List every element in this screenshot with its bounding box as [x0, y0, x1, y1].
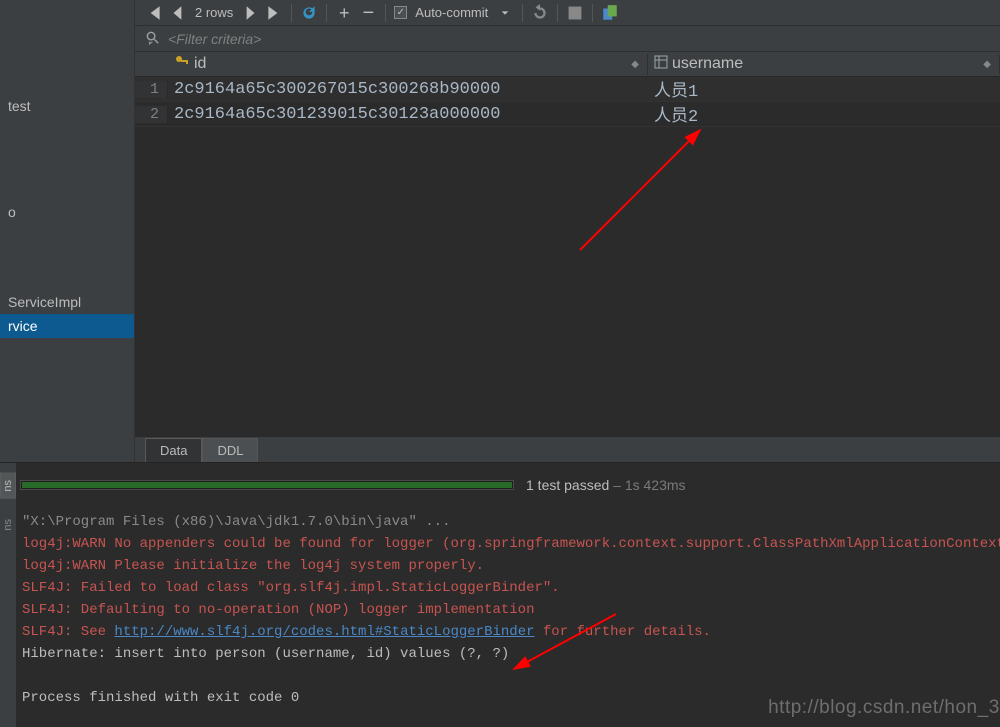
filter-icon [145, 30, 160, 48]
stop-icon[interactable] [566, 4, 584, 22]
col-username-label: username [672, 55, 743, 73]
next-page-icon[interactable] [241, 4, 259, 22]
cell-id[interactable]: 2c9164a65c301239015c30123a000000 [168, 105, 648, 124]
table-row[interactable]: 2 2c9164a65c301239015c30123a000000 人员2 [135, 102, 1000, 127]
sort-indicator-icon[interactable]: ◆ [983, 59, 991, 70]
table-row[interactable]: 1 2c9164a65c300267015c300268b90000 人员1 [135, 77, 1000, 102]
annotation-arrow-icon [570, 120, 710, 260]
cell-username[interactable]: 人员2 [648, 101, 1000, 127]
vertical-tab[interactable]: ns [1, 513, 15, 537]
console-output[interactable]: "X:\Program Files (x86)\Java\jdk1.7.0\bi… [16, 507, 1000, 709]
column-header-id[interactable]: id ◆ [168, 54, 648, 75]
tree-item[interactable]: o [0, 200, 134, 224]
tree-item-selected[interactable]: rvice [0, 314, 134, 338]
column-header-username[interactable]: username ◆ [648, 55, 1000, 74]
tab-data[interactable]: Data [145, 438, 202, 462]
last-page-icon[interactable] [265, 4, 283, 22]
run-tool-gutter: ns ns [0, 463, 16, 727]
add-row-icon[interactable]: + [335, 4, 353, 22]
database-panel: 2 rows + − ✓ Auto-commit [135, 0, 1000, 462]
column-icon [654, 55, 668, 74]
tests-time-label: – 1s 423ms [609, 477, 685, 493]
refresh-icon[interactable] [300, 4, 318, 22]
sort-indicator-icon[interactable]: ◆ [631, 59, 639, 70]
grid-tabs: Data DDL [135, 436, 1000, 462]
prev-page-icon[interactable] [169, 4, 187, 22]
cell-username[interactable]: 人员1 [648, 76, 1000, 102]
row-number: 2 [135, 106, 168, 123]
autocommit-label: Auto-commit [413, 5, 490, 20]
filter-placeholder: <Filter criteria> [168, 31, 261, 47]
first-page-icon[interactable] [145, 4, 163, 22]
slf4j-link[interactable]: http://www.slf4j.org/codes.html#StaticLo… [114, 624, 534, 640]
cell-id[interactable]: 2c9164a65c300267015c300268b90000 [168, 80, 648, 99]
test-progress-bar [20, 480, 514, 490]
revert-icon[interactable] [531, 4, 549, 22]
test-status-bar: 1 test passed – 1s 423ms [16, 463, 1000, 507]
filter-row[interactable]: <Filter criteria> [135, 26, 1000, 52]
project-tree[interactable]: test o ServiceImpl rvice [0, 0, 135, 462]
autocommit-checkbox[interactable]: ✓ [394, 6, 407, 19]
col-id-label: id [194, 55, 206, 73]
tab-ddl[interactable]: DDL [202, 438, 258, 462]
vertical-tab[interactable]: ns [0, 473, 16, 499]
tree-item[interactable]: test [0, 94, 134, 118]
chevron-down-icon[interactable] [496, 4, 514, 22]
db-toolbar: 2 rows + − ✓ Auto-commit [135, 0, 1000, 26]
grid-header: id ◆ username ◆ [135, 52, 1000, 77]
tree-item[interactable]: ServiceImpl [0, 290, 134, 314]
remove-row-icon[interactable]: − [359, 4, 377, 22]
primary-key-icon [174, 54, 190, 75]
row-number: 1 [135, 81, 168, 98]
duplicate-icon[interactable] [601, 4, 619, 22]
tests-passed-label: 1 test passed [526, 477, 609, 493]
rows-count: 2 rows [193, 5, 235, 20]
data-grid[interactable]: id ◆ username ◆ 1 2c9164a65c300267015c30… [135, 52, 1000, 436]
